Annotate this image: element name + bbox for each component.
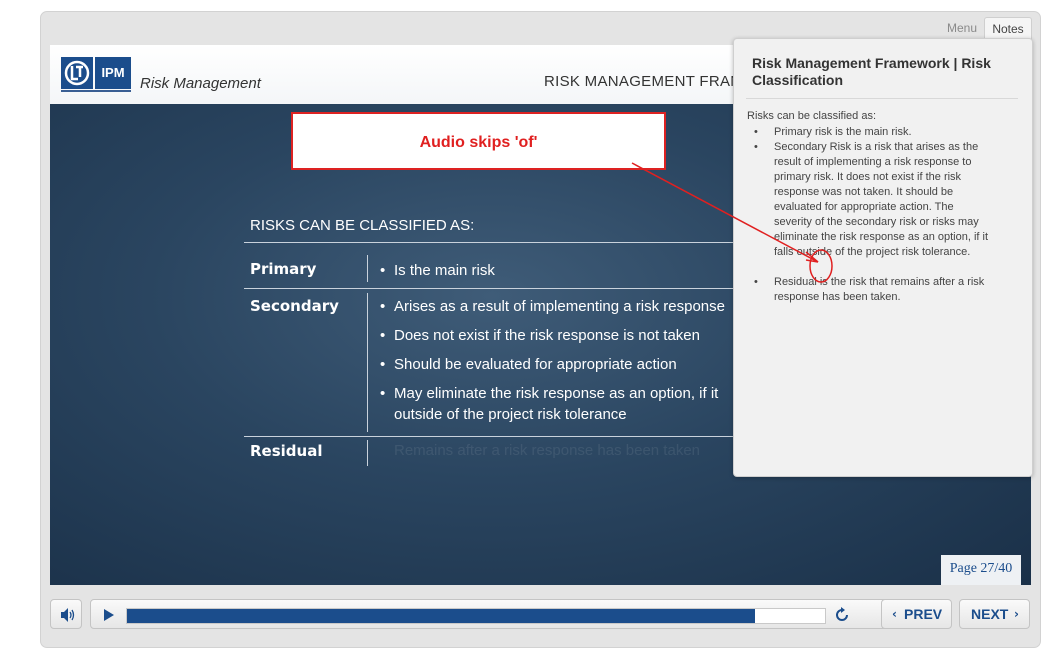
notes-item-secondary: • Secondary Risk is a risk that arises as…: [754, 141, 989, 258]
table-divider: [244, 242, 764, 243]
audio-toggle-button[interactable]: [50, 599, 82, 629]
column-divider: [367, 293, 368, 432]
annotation-callout: Audio skips 'of': [291, 112, 666, 170]
playback-bar: [90, 599, 912, 629]
table-divider: [244, 288, 764, 289]
notes-title: Risk Management Framework | Risk Classif…: [752, 55, 991, 88]
next-label: NEXT: [971, 606, 1009, 622]
lt-ipm-logo: IPM: [61, 57, 131, 95]
notes-item-residual: • Residual is the risk that remains after…: [754, 276, 985, 303]
row-label-residual: Residual: [250, 442, 323, 460]
page-counter: Page 27/40: [941, 555, 1021, 585]
slide-heading: RISKS CAN BE CLASSIFIED AS:: [250, 217, 475, 234]
chevron-left-icon: ‹: [892, 607, 897, 621]
table-divider: [244, 436, 764, 437]
speaker-icon: [61, 608, 75, 622]
tab-menu[interactable]: Menu: [940, 17, 984, 39]
course-title: Risk Management: [140, 75, 261, 92]
tab-notes[interactable]: Notes: [984, 17, 1032, 40]
play-icon[interactable]: [101, 608, 115, 622]
chevron-right-icon: ›: [1014, 607, 1019, 621]
notes-divider: [746, 98, 1018, 99]
column-divider: [367, 440, 368, 466]
bullet-residual-faded: Remains after a risk response has been t…: [394, 442, 700, 459]
prev-label: PREV: [904, 606, 943, 622]
notes-intro: Risks can be classified as:: [747, 110, 876, 122]
notes-item-primary: • Primary risk is the main risk.: [754, 126, 912, 138]
row-label-primary: Primary: [250, 260, 317, 278]
logo-underline: [61, 90, 131, 92]
progress-bar[interactable]: [126, 608, 826, 624]
column-divider: [367, 255, 368, 282]
player-controls: ‹ PREV NEXT ›: [50, 599, 1031, 631]
row-label-secondary: Secondary: [250, 297, 339, 315]
next-button[interactable]: NEXT ›: [959, 599, 1030, 629]
prev-button[interactable]: ‹ PREV: [881, 599, 952, 629]
lt-logo-icon: [61, 57, 93, 89]
logo-text: IPM: [95, 57, 131, 89]
notes-panel: Risk Management Framework | Risk Classif…: [733, 38, 1033, 477]
replay-icon[interactable]: [833, 606, 851, 624]
annotation-text: Audio skips 'of': [419, 134, 538, 151]
progress-fill: [127, 609, 756, 623]
